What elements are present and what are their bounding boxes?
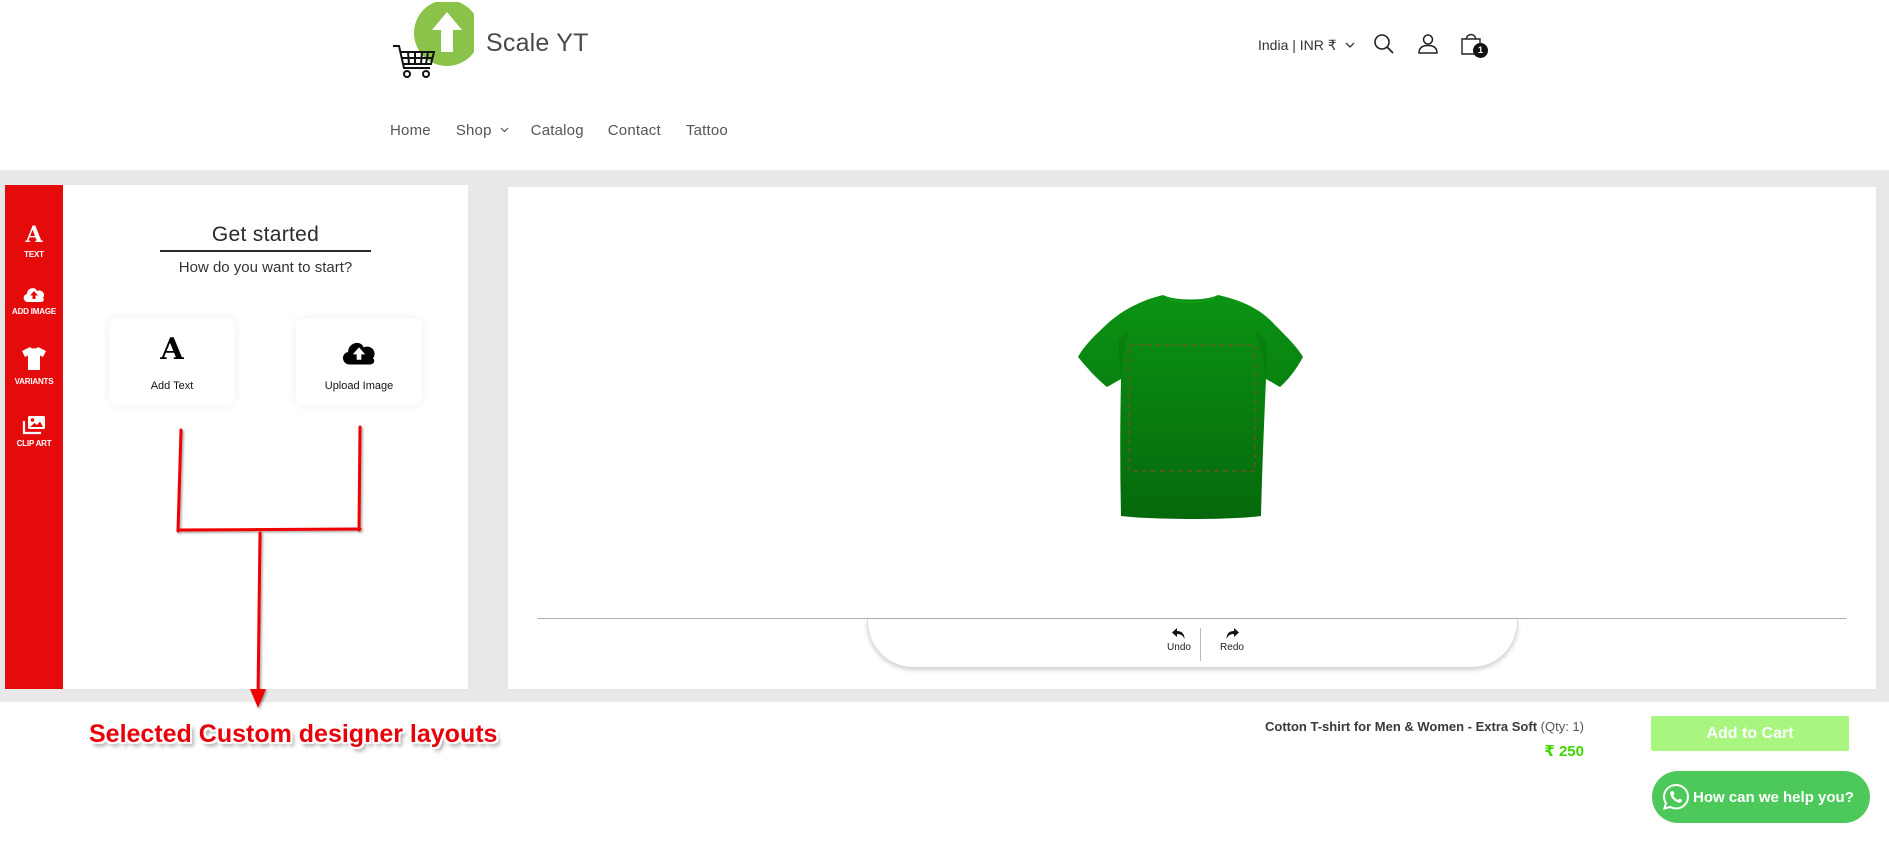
tool-label: Undo bbox=[1167, 642, 1191, 653]
sidebar-item-clip-art[interactable]: CLIP ART bbox=[5, 415, 63, 448]
canvas-toolbar: Undo Redo bbox=[867, 619, 1518, 667]
tool-label: Redo bbox=[1220, 642, 1244, 653]
panel-title: Get started bbox=[211, 223, 320, 246]
nav-item-shop[interactable]: Shop bbox=[456, 122, 509, 139]
nav-label: Contact bbox=[607, 121, 661, 139]
text-icon: A bbox=[25, 222, 43, 248]
tshirt-product-image[interactable] bbox=[1060, 280, 1320, 530]
whatsapp-icon bbox=[1662, 783, 1690, 810]
shirt-body bbox=[1078, 295, 1303, 519]
brand-name[interactable]: Scale YT bbox=[486, 29, 589, 58]
sidebar-item-variants[interactable]: VARIANTS bbox=[5, 345, 63, 386]
undo-button[interactable]: Undo bbox=[1159, 628, 1199, 653]
redo-button[interactable]: Redo bbox=[1212, 628, 1252, 653]
cloud-upload-icon bbox=[342, 342, 375, 365]
account-button[interactable] bbox=[1417, 33, 1439, 55]
nav-label: Home bbox=[390, 121, 431, 139]
product-name: Cotton T-shirt for Men & Women - Extra S… bbox=[1265, 719, 1538, 734]
redo-icon bbox=[1226, 628, 1239, 639]
sidebar-item-label: VARIANTS bbox=[14, 377, 54, 386]
chevron-down-icon bbox=[500, 127, 509, 133]
sidebar-item-text[interactable]: A TEXT bbox=[5, 224, 63, 259]
add-to-cart-button[interactable]: Add to Cart bbox=[1651, 716, 1849, 751]
nav-label: Tattoo bbox=[685, 121, 728, 139]
add-text-option[interactable]: A Add Text bbox=[109, 318, 235, 405]
design-canvas[interactable]: Undo Redo bbox=[508, 187, 1876, 689]
sidebar-item-label: CLIP ART bbox=[16, 439, 52, 448]
locale-currency-select[interactable]: India | INR ₹ bbox=[1258, 35, 1355, 55]
nav-label: Catalog bbox=[530, 121, 584, 139]
panel-subtitle: How do you want to start? bbox=[178, 259, 353, 276]
option-label: Add Text bbox=[150, 380, 194, 392]
whatsapp-chat-button[interactable]: How can we help you? bbox=[1652, 771, 1870, 823]
images-icon bbox=[22, 416, 45, 435]
cart-button[interactable]: 1 bbox=[1460, 30, 1488, 60]
undo-icon bbox=[1172, 628, 1185, 639]
locale-label: India | INR ₹ bbox=[1258, 36, 1337, 53]
main-nav: Home Shop Catalog Contact Tattoo bbox=[390, 120, 753, 140]
sidebar-item-label: ADD IMAGE bbox=[12, 307, 56, 316]
product-quantity: (Qty: 1) bbox=[1540, 719, 1584, 734]
nav-item-catalog[interactable]: Catalog bbox=[531, 122, 584, 139]
nav-label: Shop bbox=[455, 121, 492, 139]
tshirt-icon bbox=[22, 347, 46, 370]
search-button[interactable] bbox=[1373, 33, 1395, 55]
nav-item-home[interactable]: Home bbox=[390, 122, 431, 139]
search-icon bbox=[1374, 34, 1394, 54]
sidebar-item-label: TEXT bbox=[24, 250, 44, 259]
nav-item-tattoo[interactable]: Tattoo bbox=[686, 122, 728, 139]
text-icon: A bbox=[160, 332, 184, 367]
annotation-label: Selected Custom designer layouts bbox=[89, 720, 498, 748]
upload-arrow-cart-logo-icon bbox=[393, 0, 480, 78]
product-price: ₹ 250 bbox=[1544, 743, 1584, 760]
title-underline bbox=[160, 250, 371, 252]
sidebar-item-add-image[interactable]: ADD IMAGE bbox=[5, 285, 63, 316]
option-label: Upload Image bbox=[324, 380, 394, 392]
account-icon bbox=[1418, 34, 1438, 54]
brand-logo[interactable] bbox=[392, 0, 480, 82]
chevron-down-icon bbox=[1345, 42, 1355, 48]
designer-sidebar: A TEXT ADD IMAGE VARIANTS CLIP ART bbox=[5, 185, 63, 689]
cart-count-badge: 1 bbox=[1473, 43, 1488, 58]
upload-image-option[interactable]: Upload Image bbox=[296, 318, 422, 405]
cloud-upload-icon bbox=[23, 288, 45, 302]
toolbar-separator bbox=[1200, 628, 1201, 661]
chat-label: How can we help you? bbox=[1693, 788, 1854, 806]
nav-item-contact[interactable]: Contact bbox=[608, 122, 661, 139]
get-started-panel: Get started How do you want to start? A … bbox=[63, 185, 468, 689]
product-summary: Cotton T-shirt for Men & Women - Extra S… bbox=[1265, 719, 1584, 734]
